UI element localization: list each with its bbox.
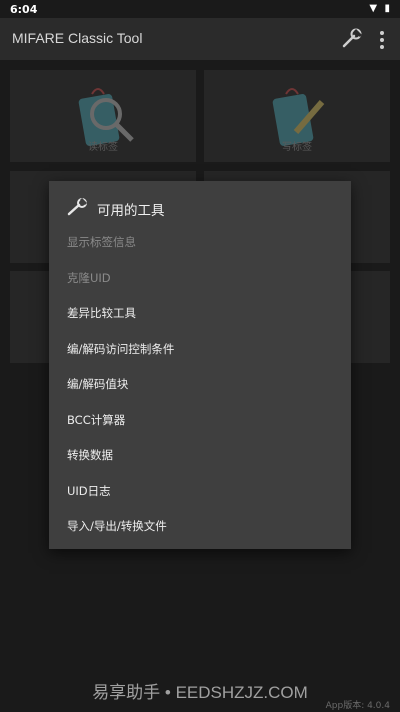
more-options-icon[interactable] xyxy=(375,29,389,51)
write-tag-label: 写标签 xyxy=(282,142,312,153)
status-bar: 6:04 ▼ ▮ xyxy=(0,0,400,18)
write-tag-tile[interactable]: 写标签 xyxy=(204,70,390,162)
app-title: MIFARE Classic Tool xyxy=(12,30,143,46)
uid-log-item[interactable]: UID日志 xyxy=(67,483,111,499)
status-icons: ▼ ▮ xyxy=(369,3,392,14)
dialog-title: 可用的工具 xyxy=(97,203,165,219)
import-export-item[interactable]: 导入/导出/转换文件 xyxy=(67,518,167,534)
show-tag-info-item[interactable]: 显示标签信息 xyxy=(67,234,136,250)
convert-data-item[interactable]: 转换数据 xyxy=(67,447,113,463)
bcc-calculator-item[interactable]: BCC计算器 xyxy=(67,412,125,428)
clone-uid-item[interactable]: 克隆UID xyxy=(67,270,111,286)
tools-dialog: 可用的工具 显示标签信息 克隆UID 差异比较工具 编/解码访问控制条件 编/解… xyxy=(49,181,351,549)
status-time: 6:04 xyxy=(10,3,38,16)
app-bar: MIFARE Classic Tool xyxy=(0,18,400,60)
diff-tool-item[interactable]: 差异比较工具 xyxy=(67,305,136,321)
wrench-icon xyxy=(67,198,88,216)
read-tag-tile[interactable]: 读标签 xyxy=(10,70,196,162)
read-tag-label: 读标签 xyxy=(88,142,118,153)
app-version: App版本: 4.0.4 xyxy=(325,701,390,711)
tools-wrench-icon[interactable] xyxy=(340,27,364,51)
access-conditions-item[interactable]: 编/解码访问控制条件 xyxy=(67,341,174,357)
value-block-item[interactable]: 编/解码值块 xyxy=(67,376,128,392)
